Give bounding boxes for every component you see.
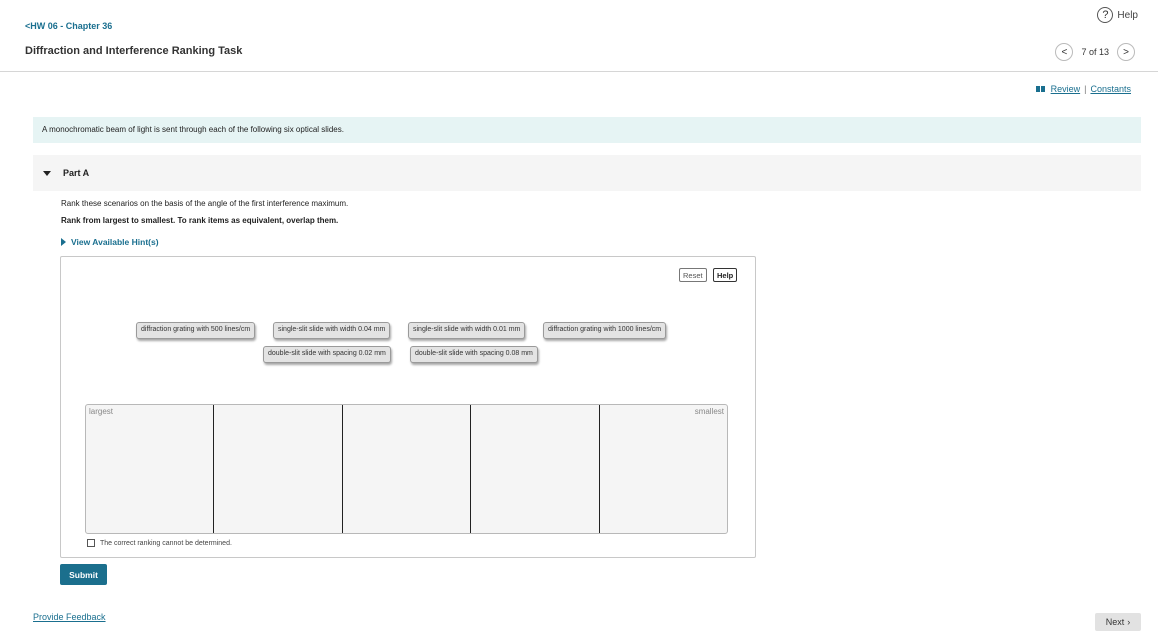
intro-text: A monochromatic beam of light is sent th… [33,117,1141,143]
breadcrumb[interactable]: <HW 06 - Chapter 36 [25,21,112,31]
chevron-right-icon: › [1127,617,1131,627]
ranking-widget: Reset Help diffraction grating with 500 … [60,256,756,558]
breadcrumb-label: HW 06 - Chapter 36 [30,21,113,31]
pager-text: 7 of 13 [1081,47,1109,57]
instruction-text: Rank from largest to smallest. To rank i… [61,216,339,225]
rank-item-double-slit-008[interactable]: double-slit slide with spacing 0.08 mm [410,346,538,363]
reset-button[interactable]: Reset [679,268,707,282]
prev-item-button[interactable]: < [1055,43,1074,61]
top-bar: ? Help <HW 06 - Chapter 36 Diffraction a… [0,0,1158,72]
smallest-label: smallest [694,407,725,416]
rank-item-single-slit-004[interactable]: single-slit slide with width 0.04 mm [273,322,391,339]
rank-item-single-slit-001[interactable]: single-slit slide with width 0.01 mm [408,322,526,339]
submit-button[interactable]: Submit [60,564,107,585]
part-a-header[interactable]: Part A [33,155,1141,191]
provide-feedback-link[interactable]: Provide Feedback [33,612,106,622]
question-circle-icon: ? [1097,7,1114,23]
hints-label: View Available Hint(s) [71,237,159,247]
help-label: Help [1117,9,1138,21]
cannot-determine-checkbox[interactable] [87,539,95,547]
next-item-button[interactable]: > [1117,43,1135,61]
pager: < 7 of 13 > [1055,43,1135,61]
cannot-determine-label: The correct ranking cannot be determined… [100,539,232,547]
rank-bin-5[interactable]: smallest [600,405,727,533]
rank-item-double-slit-002[interactable]: double-slit slide with spacing 0.02 mm [263,346,391,363]
constants-link[interactable]: Constants [1090,84,1131,94]
resource-links: Review | Constants [1035,84,1131,94]
link-separator: | [1084,84,1087,94]
next-button[interactable]: Next › [1095,613,1141,631]
page-title: Diffraction and Interference Ranking Tas… [25,45,243,57]
review-icon [1035,86,1045,92]
caret-down-icon [43,170,51,176]
view-hints-toggle[interactable]: View Available Hint(s) [61,237,159,247]
ranking-help-button[interactable]: Help [713,268,738,282]
largest-label: largest [89,407,114,416]
rank-bin-3[interactable] [343,405,472,533]
part-label: Part A [63,168,90,178]
caret-right-icon [61,238,66,246]
cannot-determine-option[interactable]: The correct ranking cannot be determined… [87,539,232,547]
rank-bin-2[interactable] [214,405,343,533]
next-label: Next [1105,617,1125,627]
review-link[interactable]: Review [1051,84,1081,94]
question-text: Rank these scenarios on the basis of the… [61,199,349,208]
rank-item-grating-1000[interactable]: diffraction grating with 1000 lines/cm [543,322,667,339]
help-link[interactable]: ? Help [1097,7,1138,23]
ranking-bins: largest smallest [85,404,728,534]
rank-bin-1[interactable]: largest [86,405,215,533]
rank-item-grating-500[interactable]: diffraction grating with 500 lines/cm [136,322,256,339]
rank-bin-4[interactable] [471,405,600,533]
